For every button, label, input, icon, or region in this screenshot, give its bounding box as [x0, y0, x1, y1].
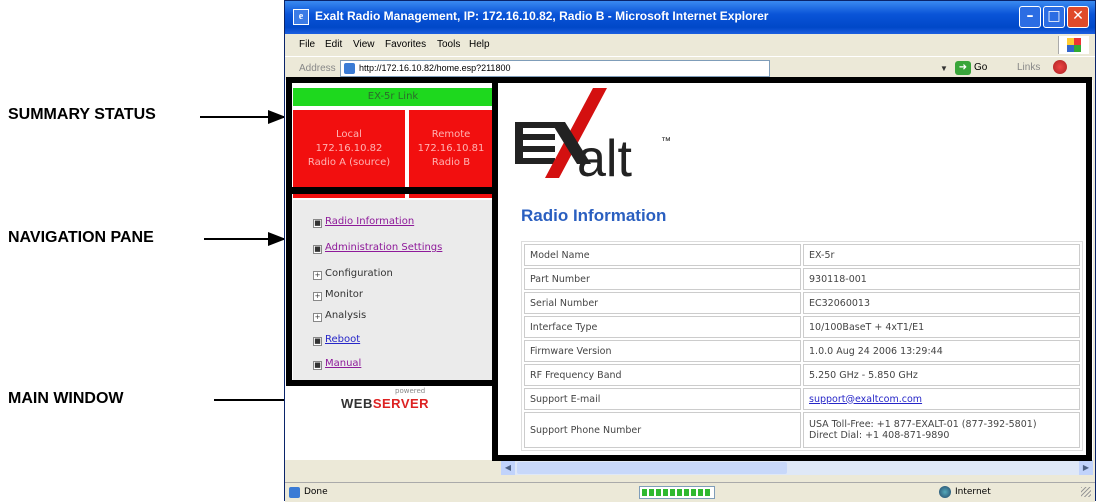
webserver-logo: powered WEBSERVER [293, 380, 493, 460]
resize-grip-icon[interactable] [1081, 487, 1091, 497]
summary-status-arrow [200, 110, 286, 124]
menu-favorites[interactable]: Favorites [385, 39, 426, 50]
extension-icon[interactable] [1053, 60, 1067, 74]
address-input[interactable]: http://172.16.10.82/home.esp?211800 [340, 60, 770, 77]
go-label: Go [974, 62, 988, 73]
menu-edit[interactable]: Edit [325, 39, 342, 50]
navigation-pane-arrow [204, 232, 286, 246]
menu-tools[interactable]: Tools [437, 39, 460, 50]
webserver-wordmark: WEBSERVER [341, 396, 430, 411]
menu-bar: File Edit View Favorites Tools Help [285, 34, 1095, 56]
progress-fill [642, 489, 712, 496]
windows-logo-icon [1058, 36, 1089, 54]
go-arrow-icon: ➜ [955, 61, 971, 75]
summary-status-callout: SUMMARY STATUS [8, 106, 156, 123]
menu-file[interactable]: File [299, 39, 315, 50]
status-text: Done [304, 487, 328, 497]
main-window-frame [492, 77, 1092, 461]
scroll-thumb[interactable] [517, 462, 787, 474]
summary-status-frame [286, 77, 498, 193]
menu-view[interactable]: View [353, 39, 375, 50]
page-done-icon [289, 487, 300, 498]
navigation-pane-frame [286, 188, 498, 386]
main-window-callout: MAIN WINDOW [8, 390, 124, 407]
scroll-left-icon[interactable]: ◀ [501, 461, 515, 475]
address-url: http://172.16.10.82/home.esp?211800 [359, 63, 511, 73]
window-title: Exalt Radio Management, IP: 172.16.10.82… [315, 9, 769, 23]
close-button[interactable]: ✕ [1067, 6, 1089, 28]
zone-text: Internet [955, 487, 991, 497]
address-dropdown-icon[interactable]: ▼ [940, 64, 948, 73]
minimize-button[interactable]: – [1019, 6, 1041, 28]
links-label[interactable]: Links [1017, 62, 1040, 73]
status-bar: Done Internet [285, 482, 1095, 502]
page-icon [344, 63, 355, 74]
address-label: Address [299, 63, 336, 74]
navigation-pane-callout: NAVIGATION PANE [8, 229, 154, 246]
internet-zone-icon [939, 486, 951, 498]
scroll-right-icon[interactable]: ▶ [1079, 461, 1093, 475]
webserver-powered-text: powered [395, 387, 426, 395]
maximize-button[interactable]: □ [1043, 6, 1065, 28]
menu-help[interactable]: Help [469, 39, 490, 50]
progress-bar [639, 486, 715, 499]
title-bar: e Exalt Radio Management, IP: 172.16.10.… [285, 1, 1095, 34]
horizontal-scrollbar[interactable]: ◀ ▶ [501, 460, 1093, 475]
ie-icon: e [293, 9, 309, 25]
